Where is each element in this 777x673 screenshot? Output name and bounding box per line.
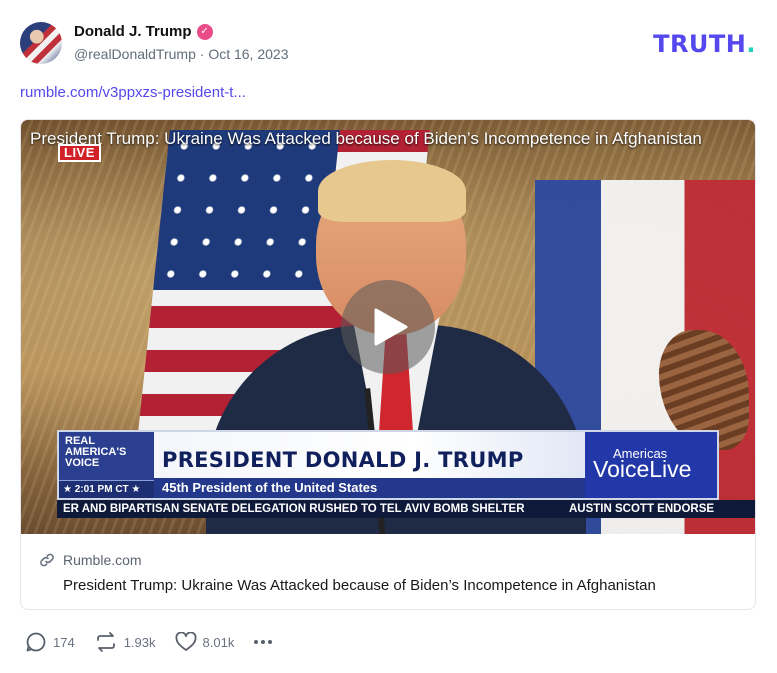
verified-badge-icon: ✓: [196, 23, 213, 40]
chyron-headline: PRESIDENT DONALD J. TRUMP: [162, 448, 524, 472]
meta-separator: ·: [199, 46, 205, 62]
preview-domain: Rumble.com: [63, 552, 142, 568]
av-big: VoiceLive: [593, 456, 692, 482]
post-actions: 174 1.93k 8.01k: [25, 631, 292, 653]
more-icon: [254, 640, 273, 644]
author-name-row[interactable]: Donald J. Trump ✓: [74, 23, 213, 40]
preview-title[interactable]: President Trump: Ukraine Was Attacked be…: [63, 577, 755, 594]
news-chyron: REAL AMERICA'S VOICE ★ 2:01 PM CT ★ PRES…: [57, 430, 719, 500]
play-icon: [374, 308, 408, 346]
rav-line-3: VOICE: [65, 457, 100, 469]
author-avatar[interactable]: [20, 22, 62, 64]
link-preview-card[interactable]: President Trump: Ukraine Was Attacked be…: [20, 119, 756, 610]
chyron-main: PRESIDENT DONALD J. TRUMP 45th President…: [154, 432, 585, 498]
play-button[interactable]: [341, 280, 435, 374]
logo-dot: .: [746, 30, 756, 58]
ticker-left: ER AND BIPARTISAN SENATE DELEGATION RUSH…: [63, 503, 525, 515]
preview-domain-row: Rumble.com: [39, 552, 755, 568]
reply-button[interactable]: 174: [25, 631, 75, 653]
video-thumbnail[interactable]: President Trump: Ukraine Was Attacked be…: [21, 120, 755, 534]
truth-logo: TRUTH.: [653, 30, 756, 58]
post-link[interactable]: rumble.com/v3ppxzs-president-t...: [20, 84, 246, 101]
news-ticker: ER AND BIPARTISAN SENATE DELEGATION RUSH…: [57, 500, 755, 518]
americas-voice-live-logo: Americas VoiceLive: [585, 432, 717, 498]
hair: [318, 160, 466, 222]
author-handle[interactable]: @realDonaldTrump: [74, 46, 196, 62]
post-meta: @realDonaldTrump · Oct 16, 2023: [74, 46, 288, 62]
retruth-button[interactable]: 1.93k: [94, 631, 156, 653]
live-badge: LIVE: [58, 144, 101, 162]
retruth-icon: [96, 632, 115, 652]
reply-count: 174: [53, 634, 75, 650]
like-button[interactable]: 8.01k: [175, 632, 235, 652]
link-icon: [40, 553, 54, 567]
logo-text: TRUTH: [653, 30, 747, 58]
preview-footer[interactable]: Rumble.com President Trump: Ukraine Was …: [21, 534, 755, 609]
like-icon: [175, 632, 196, 651]
reply-icon: [26, 632, 46, 652]
chyron-time: ★ 2:01 PM CT ★: [59, 480, 154, 498]
ticker-right: AUSTIN SCOTT ENDORSE: [569, 503, 715, 515]
more-button[interactable]: [253, 639, 273, 645]
chyron-subheadline: 45th President of the United States: [154, 478, 585, 498]
like-count: 8.01k: [202, 634, 235, 650]
retruth-count: 1.93k: [123, 634, 156, 650]
video-title: President Trump: Ukraine Was Attacked be…: [30, 129, 702, 148]
rav-logo: REAL AMERICA'S VOICE ★ 2:01 PM CT ★: [59, 432, 154, 498]
author-name[interactable]: Donald J. Trump: [74, 23, 192, 40]
post-date[interactable]: Oct 16, 2023: [208, 46, 288, 62]
